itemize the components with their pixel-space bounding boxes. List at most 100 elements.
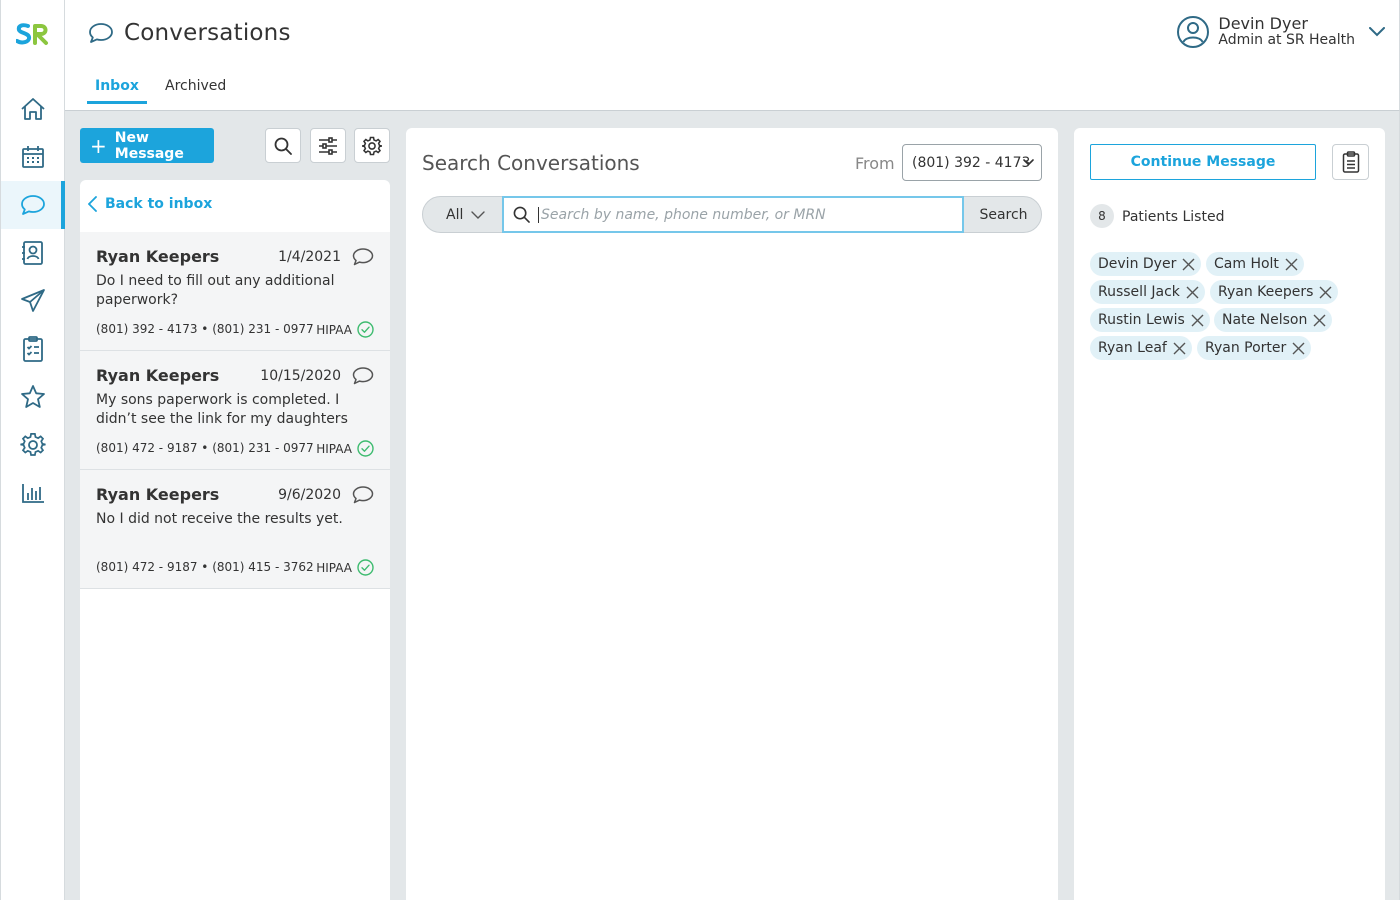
from-number-value: (801) 392 - 4173	[912, 154, 1031, 171]
filter-button[interactable]	[310, 128, 346, 163]
star-icon	[20, 384, 46, 410]
search-icon	[513, 206, 530, 223]
conversation-list-panel: Back to inbox Ryan Keepers 1/4/2021 Do I…	[80, 180, 390, 900]
patient-chip-label: Russell Jack	[1098, 284, 1180, 300]
search-filter-dropdown[interactable]: All	[423, 197, 502, 232]
user-info: Devin Dyer Admin at SR Health	[1218, 14, 1355, 49]
tab-archived[interactable]: Archived	[165, 78, 226, 94]
close-icon[interactable]	[1319, 286, 1332, 299]
bar-chart-icon	[21, 482, 45, 504]
message-preview: No I did not receive the results yet.	[96, 511, 343, 527]
search-icon	[274, 137, 292, 155]
nav-calendar[interactable]	[1, 133, 65, 181]
clipboard-icon	[1342, 151, 1360, 173]
hipaa-badge: HIPAA	[316, 321, 374, 338]
user-avatar-icon	[1176, 15, 1210, 49]
conversation-item[interactable]: Ryan Keepers 1/4/2021 Do I need to fill …	[80, 232, 390, 351]
patient-chip-label: Rustin Lewis	[1098, 312, 1185, 328]
gear-icon	[362, 136, 382, 156]
phone-numbers: (801) 392 - 4173 • (801) 231 - 0977	[96, 322, 314, 336]
send-icon	[20, 288, 46, 314]
plus-icon: +	[90, 133, 107, 158]
search-input-wrap	[502, 196, 964, 233]
message-preview: Do I need to fill out any additional pap…	[96, 273, 335, 308]
patient-chip-label: Nate Nelson	[1222, 312, 1308, 328]
patients-listed-label: Patients Listed	[1122, 209, 1225, 225]
phone-numbers: (801) 472 - 9187 • (801) 231 - 0977	[96, 441, 314, 455]
sr-logo[interactable]	[16, 22, 50, 46]
home-icon	[20, 96, 46, 122]
chat-bubble-icon	[352, 366, 374, 386]
search-title: Search Conversations	[422, 151, 640, 175]
check-circle-icon	[352, 559, 374, 576]
conversation-item[interactable]: Ryan Keepers 9/6/2020 No I did not recei…	[80, 470, 390, 589]
close-icon[interactable]	[1182, 258, 1195, 271]
nav-contacts[interactable]	[1, 229, 65, 277]
patient-chip: Cam Holt	[1206, 252, 1304, 276]
patient-chip-label: Devin Dyer	[1098, 256, 1177, 272]
search-input[interactable]	[538, 206, 958, 223]
chat-icon	[88, 21, 114, 45]
search-panel: Search Conversations From (801) 392 - 41…	[406, 128, 1058, 900]
close-icon[interactable]	[1292, 342, 1305, 355]
page-title: Conversations	[124, 20, 291, 46]
contact-name: Ryan Keepers	[96, 485, 220, 504]
chat-bubble-icon	[352, 247, 374, 267]
back-to-inbox-link[interactable]: Back to inbox	[88, 196, 212, 212]
chevron-down-icon	[1369, 27, 1385, 37]
chevron-down-icon	[463, 210, 486, 219]
search-bar: All Search	[422, 196, 1042, 233]
nav-conversations[interactable]	[1, 181, 66, 229]
close-icon[interactable]	[1191, 314, 1204, 327]
calendar-icon	[21, 145, 45, 169]
tab-inbox[interactable]: Inbox	[87, 78, 147, 104]
page-title-group: Conversations	[88, 20, 291, 46]
hipaa-label: HIPAA	[316, 560, 352, 575]
patient-chip: Ryan Porter	[1197, 336, 1312, 360]
check-circle-icon	[352, 440, 374, 457]
nav-home[interactable]	[1, 85, 65, 133]
app-header: Conversations Inbox Archived Devin Dyer …	[65, 0, 1400, 111]
nav-send[interactable]	[1, 277, 65, 325]
patients-panel: Continue Message 8 Patients Listed Devin…	[1074, 128, 1385, 900]
user-menu[interactable]: Devin Dyer Admin at SR Health	[1176, 15, 1385, 49]
close-icon[interactable]	[1186, 286, 1199, 299]
hipaa-badge: HIPAA	[316, 440, 374, 457]
search-filter-value: All	[446, 206, 464, 223]
user-role: Admin at SR Health	[1218, 32, 1355, 48]
nav-settings[interactable]	[1, 421, 65, 469]
conversation-date: 9/6/2020	[278, 487, 341, 503]
new-message-button[interactable]: + New Message	[80, 128, 214, 163]
close-icon[interactable]	[1285, 258, 1298, 271]
patient-chip-label: Ryan Keepers	[1218, 284, 1314, 300]
contacts-icon	[21, 240, 45, 266]
patient-chip: Russell Jack	[1090, 280, 1205, 304]
nav-favorites[interactable]	[1, 373, 65, 421]
conversation-item[interactable]: Ryan Keepers 10/15/2020 My sons paperwor…	[80, 351, 390, 470]
from-number-select[interactable]: (801) 392 - 4173	[902, 144, 1042, 181]
list-settings-button[interactable]	[354, 128, 390, 163]
check-circle-icon	[352, 321, 374, 338]
search-submit-button[interactable]: Search	[964, 197, 1043, 232]
workspace: + New Message Back to inbox Ryan Keepers…	[65, 111, 1400, 900]
patient-chip: Devin Dyer	[1090, 252, 1202, 276]
nav-reports[interactable]	[1, 469, 65, 517]
nav-tasks[interactable]	[1, 325, 65, 373]
hipaa-label: HIPAA	[316, 322, 352, 337]
hipaa-badge: HIPAA	[316, 559, 374, 576]
hipaa-label: HIPAA	[316, 441, 352, 456]
continue-message-button[interactable]: Continue Message	[1090, 144, 1316, 180]
close-icon[interactable]	[1313, 314, 1326, 327]
search-button[interactable]	[265, 128, 301, 163]
chevron-left-icon	[88, 196, 97, 212]
sliders-icon	[318, 136, 338, 155]
back-to-inbox-label: Back to inbox	[105, 196, 213, 212]
chat-bubble-icon	[352, 485, 374, 505]
clipboard-button[interactable]	[1332, 144, 1369, 180]
nav-rail	[0, 0, 66, 900]
close-icon[interactable]	[1173, 342, 1186, 355]
gear-icon	[20, 432, 46, 458]
new-message-label: New Message	[114, 129, 184, 162]
patient-chip-label: Cam Holt	[1214, 256, 1279, 272]
user-name: Devin Dyer	[1218, 14, 1308, 33]
